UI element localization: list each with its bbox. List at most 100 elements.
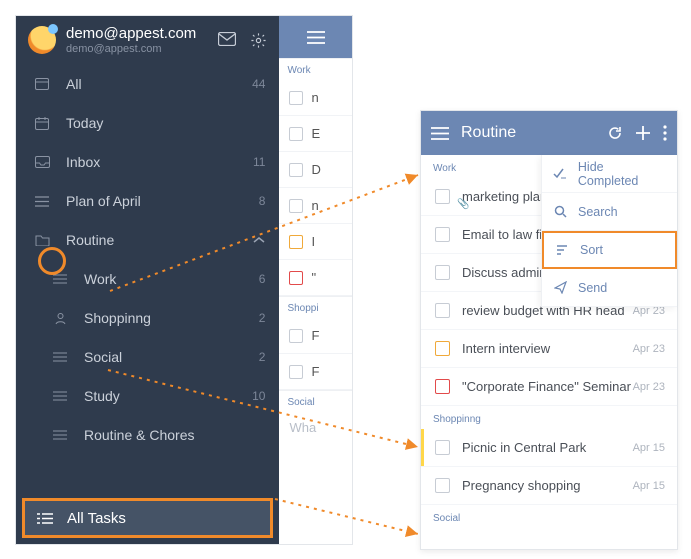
attachment-icon: 📎 bbox=[457, 199, 469, 210]
peek-row[interactable]: n bbox=[279, 80, 352, 116]
task-label: Pregnancy shopping bbox=[462, 478, 581, 493]
menu-label: Sort bbox=[580, 243, 603, 257]
search-icon bbox=[552, 205, 568, 218]
sidebar-item-today[interactable]: Today bbox=[16, 104, 279, 143]
account-avatar[interactable] bbox=[28, 26, 56, 54]
sidebar-item-label: Today bbox=[66, 115, 265, 131]
task-date: Apr 23 bbox=[633, 343, 665, 355]
sidebar-item-inbox[interactable]: Inbox 11 bbox=[16, 143, 279, 182]
sidebar-item-count: 2 bbox=[259, 350, 266, 364]
peek-row[interactable]: F bbox=[279, 354, 352, 390]
peek-row[interactable]: I bbox=[279, 224, 352, 260]
inbox-icon bbox=[32, 156, 52, 168]
peek-row[interactable]: F bbox=[279, 318, 352, 354]
sidebar-item-label: All Tasks bbox=[67, 510, 126, 527]
menu-label: Send bbox=[578, 281, 607, 295]
list-icon bbox=[50, 391, 70, 401]
task-row[interactable]: Pregnancy shopping Apr 15 bbox=[421, 467, 677, 505]
overflow-menu: Hide Completed Search Sort Send bbox=[541, 155, 677, 307]
menu-label: Hide Completed bbox=[578, 160, 667, 188]
menu-send[interactable]: Send bbox=[542, 269, 677, 307]
sidebar-item-plan-april[interactable]: Plan of April 8 bbox=[16, 182, 279, 221]
routine-detail-panel: Routine Work marketing plan brain st📎 Em… bbox=[420, 110, 678, 550]
sidebar-item-label: Inbox bbox=[66, 154, 253, 170]
peek-row[interactable]: " bbox=[279, 260, 352, 296]
hamburger-icon[interactable] bbox=[431, 127, 449, 140]
peek-section-work: Work bbox=[279, 58, 352, 80]
sidebar-item-label: All bbox=[66, 76, 252, 92]
all-tasks-icon bbox=[35, 512, 55, 525]
calendar-icon bbox=[32, 117, 52, 130]
menu-search[interactable]: Search bbox=[542, 193, 677, 231]
send-icon bbox=[552, 281, 568, 294]
account-email-sub: demo@appest.com bbox=[66, 43, 196, 55]
sidebar-item-label: Work bbox=[84, 271, 259, 287]
task-list-peek: Work n E D n I " Shoppi F F Social Wha bbox=[279, 16, 352, 544]
sidebar-item-social[interactable]: Social 2 bbox=[16, 338, 279, 377]
menu-hide-completed[interactable]: Hide Completed bbox=[542, 155, 677, 193]
sidebar-item-all[interactable]: All 44 bbox=[16, 65, 279, 104]
menu-sort[interactable]: Sort bbox=[542, 231, 677, 269]
peek-add-placeholder[interactable]: Wha bbox=[279, 412, 352, 435]
menu-label: Search bbox=[578, 205, 618, 219]
list-icon bbox=[50, 274, 70, 284]
sidebar-item-label: Social bbox=[84, 349, 259, 365]
peek-row[interactable]: n bbox=[279, 188, 352, 224]
sidebar-item-count: 10 bbox=[252, 389, 265, 403]
list-icon bbox=[32, 196, 52, 207]
list-icon bbox=[50, 352, 70, 362]
sidebar-item-count: 11 bbox=[253, 155, 265, 169]
peek-section-social: Social bbox=[279, 390, 352, 412]
task-label: "Corporate Finance" Seminar bbox=[462, 379, 631, 394]
chevron-up-icon bbox=[253, 236, 265, 244]
peek-section-shopping: Shoppi bbox=[279, 296, 352, 318]
sidebar: demo@appest.com demo@appest.com All 44 bbox=[16, 16, 279, 544]
refresh-icon[interactable] bbox=[607, 125, 623, 141]
left-app-panel: demo@appest.com demo@appest.com All 44 bbox=[15, 15, 353, 545]
folder-icon bbox=[32, 234, 52, 246]
mail-icon[interactable] bbox=[218, 32, 236, 49]
peek-menu-button[interactable] bbox=[279, 16, 352, 58]
sidebar-item-all-tasks[interactable]: All Tasks bbox=[22, 498, 273, 538]
sidebar-item-label: Shoppinng bbox=[84, 310, 259, 326]
task-date: Apr 23 bbox=[633, 381, 665, 393]
task-row[interactable]: "Corporate Finance" SeminarApr 23 bbox=[421, 368, 677, 406]
checklist-icon bbox=[552, 168, 568, 180]
task-row[interactable]: Picnic in Central Park Apr 15 bbox=[421, 429, 677, 467]
more-icon[interactable] bbox=[663, 125, 667, 141]
sidebar-item-routine-chores[interactable]: Routine & Chores bbox=[16, 416, 279, 455]
person-icon bbox=[50, 312, 70, 325]
sidebar-item-work[interactable]: Work 6 bbox=[16, 260, 279, 299]
routine-section-shopping: Shoppinng bbox=[421, 406, 677, 429]
task-label: Intern interview bbox=[462, 341, 550, 356]
priority-bar bbox=[421, 429, 424, 466]
add-icon[interactable] bbox=[635, 125, 651, 141]
account-block[interactable]: demo@appest.com demo@appest.com bbox=[66, 26, 196, 55]
sidebar-item-label: Plan of April bbox=[66, 193, 259, 209]
all-icon bbox=[32, 78, 52, 90]
sidebar-item-count: 2 bbox=[259, 311, 266, 325]
task-row[interactable]: Intern interview Apr 23 bbox=[421, 330, 677, 368]
gear-icon[interactable] bbox=[250, 32, 267, 49]
sidebar-item-count: 44 bbox=[252, 77, 265, 91]
sidebar-item-routine[interactable]: Routine bbox=[16, 221, 279, 260]
sidebar-item-count: 6 bbox=[259, 272, 266, 286]
task-date: Apr 15 bbox=[633, 480, 665, 492]
sidebar-item-shopping[interactable]: Shoppinng 2 bbox=[16, 299, 279, 338]
task-date: Apr 15 bbox=[633, 442, 665, 454]
routine-header: Routine bbox=[421, 111, 677, 155]
sidebar-item-label: Routine bbox=[66, 232, 253, 248]
sidebar-header: demo@appest.com demo@appest.com bbox=[16, 16, 279, 65]
sidebar-item-label: Study bbox=[84, 388, 252, 404]
account-email: demo@appest.com bbox=[66, 26, 196, 43]
sidebar-item-label: Routine & Chores bbox=[84, 427, 265, 443]
peek-row[interactable]: E bbox=[279, 116, 352, 152]
routine-section-social: Social bbox=[421, 505, 677, 528]
sort-icon bbox=[554, 244, 570, 256]
sidebar-item-count: 8 bbox=[259, 194, 266, 208]
peek-row[interactable]: D bbox=[279, 152, 352, 188]
sidebar-item-study[interactable]: Study 10 bbox=[16, 377, 279, 416]
task-label: Picnic in Central Park bbox=[462, 440, 586, 455]
routine-title: Routine bbox=[461, 124, 595, 142]
list-icon bbox=[50, 430, 70, 440]
